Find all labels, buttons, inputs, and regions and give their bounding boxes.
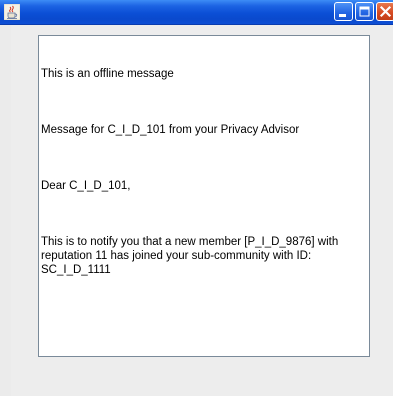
java-coffee-cup-icon[interactable] <box>4 4 20 20</box>
message-line-sender: Message for C_I_D_101 from your Privacy … <box>41 124 300 136</box>
close-button[interactable] <box>376 2 393 21</box>
close-icon <box>379 5 392 18</box>
window-left-edge <box>0 25 11 396</box>
minimize-button[interactable] <box>334 2 353 21</box>
title-bar[interactable] <box>0 0 393 25</box>
message-text-area[interactable]: This is an offline message Message for C… <box>38 35 370 357</box>
maximize-icon <box>359 6 370 17</box>
message-line-body: This is to notify you that a new member … <box>41 236 342 276</box>
minimize-icon <box>339 14 346 17</box>
maximize-button[interactable] <box>355 2 374 21</box>
message-window: This is an offline message Message for C… <box>0 0 393 396</box>
message-line-greeting: Dear C_I_D_101, <box>41 180 131 192</box>
message-line-offline: This is an offline message <box>41 68 174 80</box>
